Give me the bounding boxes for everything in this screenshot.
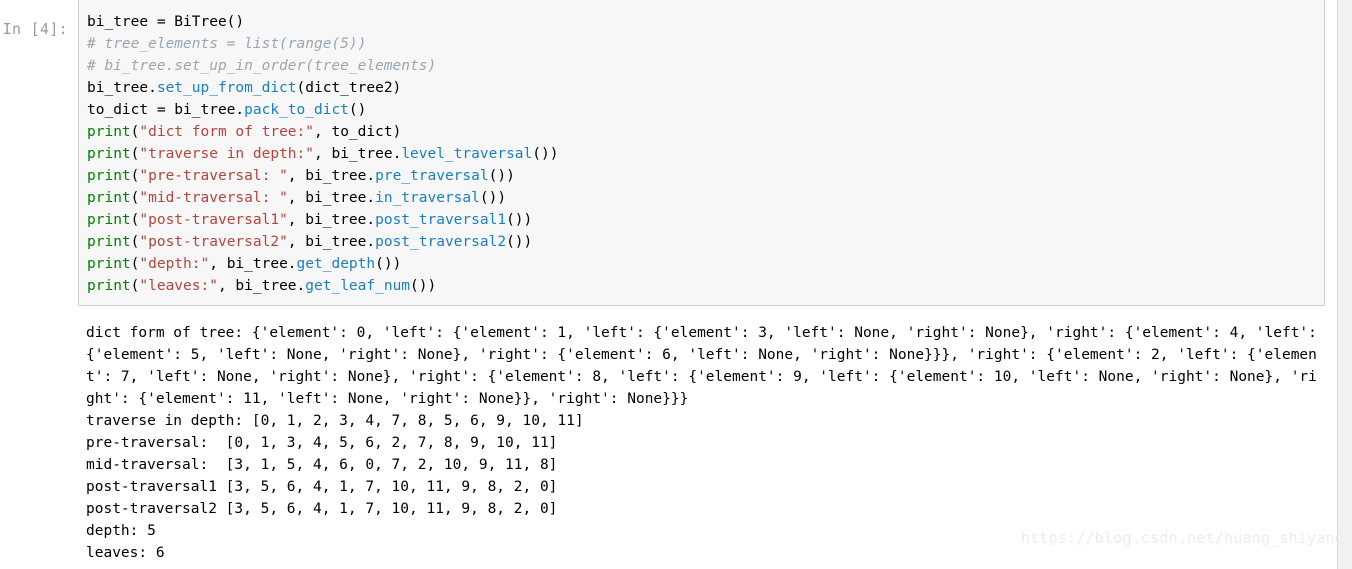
code-token-string: "depth:"	[139, 256, 210, 272]
code-token-builtin: print	[87, 168, 131, 184]
code-token-plain: , bi_tree.	[314, 146, 402, 162]
code-line: print("dict form of tree:", to_dict)	[87, 121, 1322, 143]
code-token-plain: , bi_tree.	[287, 168, 376, 184]
blog-url-watermark: https://blog.csdn.net/huang_shiyang	[1020, 529, 1344, 547]
code-token-plain: ())	[506, 234, 533, 250]
output-line: t': 7, 'left': None, 'right': None}, 'ri…	[86, 369, 1317, 385]
notebook-cell-container: In [4]: bi_tree = BiTree() # tree_element…	[0, 0, 1352, 569]
code-token-plain: ()	[348, 102, 367, 118]
code-token-comment: # bi_tree.set_up_in_order(tree_elements)	[87, 58, 437, 74]
code-line: # tree_elements = list(range(5))	[87, 33, 1322, 55]
code-token-builtin: print	[87, 124, 131, 140]
code-token-method: post_traversal2	[375, 234, 507, 250]
code-token-plain: ())	[532, 146, 559, 162]
code-token-plain: bi_tree = BiTree()	[87, 14, 245, 30]
code-token-comment: # tree_elements = list(range(5))	[87, 36, 367, 52]
code-line: to_dict = bi_tree.pack_to_dict()	[87, 99, 1322, 121]
code-token-string: "mid-traversal: "	[139, 190, 288, 206]
code-token-string: "traverse in depth:"	[139, 146, 314, 162]
code-editor[interactable]: bi_tree = BiTree() # tree_elements = list…	[78, 0, 1325, 306]
code-token-plain: , bi_tree.	[287, 234, 376, 250]
output-line: {'element': 5, 'left': None, 'right': No…	[86, 347, 1317, 363]
code-token-builtin: print	[87, 146, 131, 162]
code-token-string: "post-traversal2"	[139, 234, 288, 250]
code-token-plain: ())	[506, 212, 533, 228]
code-token-plain: , bi_tree.	[209, 256, 297, 272]
code-token-plain: ())	[479, 190, 507, 206]
code-token-method: get_depth	[296, 256, 376, 272]
code-token-method: pack_to_dict	[244, 102, 349, 118]
code-cell-input-row: In [4]: bi_tree = BiTree() # tree_element…	[0, 0, 1352, 310]
code-token-builtin: print	[87, 190, 131, 206]
output-line: traverse in depth: [0, 1, 2, 3, 4, 7, 8,…	[86, 413, 584, 429]
code-line: print("pre-traversal: ", bi_tree.pre_tra…	[87, 165, 1322, 187]
code-token-plain: , bi_tree.	[217, 278, 306, 294]
code-line: print("depth:", bi_tree.get_depth())	[87, 253, 1322, 275]
vertical-scrollbar-gutter[interactable]	[1337, 0, 1352, 569]
code-token-builtin: print	[87, 256, 131, 272]
code-line: bi_tree.set_up_from_dict(dict_tree2)	[87, 77, 1322, 99]
output-line: ght': {'element': 11, 'left': None, 'rig…	[86, 391, 689, 407]
code-token-method: level_traversal	[401, 146, 533, 162]
code-token-plain: , to_dict)	[314, 124, 402, 140]
code-token-builtin: print	[87, 212, 131, 228]
code-token-plain: ())	[375, 256, 402, 272]
code-token-string: "pre-traversal: "	[139, 168, 288, 184]
code-token-string: "dict form of tree:"	[139, 124, 314, 140]
output-line: dict form of tree: {'element': 0, 'left'…	[86, 325, 1317, 341]
code-line: # bi_tree.set_up_in_order(tree_elements)	[87, 55, 1322, 77]
stdout-output: dict form of tree: {'element': 0, 'left'…	[86, 322, 1333, 564]
code-token-builtin: print	[87, 278, 131, 294]
code-token-plain: , bi_tree.	[287, 212, 376, 228]
code-token-plain: bi_tree.	[87, 80, 157, 96]
output-line: pre-traversal: [0, 1, 3, 4, 5, 6, 2, 7, …	[86, 435, 558, 451]
output-line: post-traversal1 [3, 5, 6, 4, 1, 7, 10, 1…	[86, 479, 558, 495]
output-line: mid-traversal: [3, 1, 5, 4, 6, 0, 7, 2, …	[86, 457, 558, 473]
code-line: print("mid-traversal: ", bi_tree.in_trav…	[87, 187, 1322, 209]
code-token-plain: , bi_tree.	[287, 190, 376, 206]
code-token-method: pre_traversal	[375, 168, 489, 184]
code-token-plain: ())	[488, 168, 515, 184]
code-line: bi_tree = BiTree()	[87, 11, 1322, 33]
code-token-plain: (dict_tree2)	[296, 80, 402, 96]
code-token-plain: ())	[410, 278, 437, 294]
code-token-builtin: print	[87, 234, 131, 250]
code-token-string: "leaves:"	[139, 278, 218, 294]
code-line: print("post-traversal2", bi_tree.post_tr…	[87, 231, 1322, 253]
code-token-string: "post-traversal1"	[139, 212, 288, 228]
code-line: print("post-traversal1", bi_tree.post_tr…	[87, 209, 1322, 231]
output-line: post-traversal2 [3, 5, 6, 4, 1, 7, 10, 1…	[86, 501, 558, 517]
execution-count-prompt: In [4]:	[2, 20, 68, 38]
code-token-method: post_traversal1	[375, 212, 507, 228]
code-token-method: set_up_from_dict	[156, 80, 297, 96]
code-token-method: in_traversal	[375, 190, 480, 206]
code-source-lines[interactable]: bi_tree = BiTree() # tree_elements = list…	[87, 11, 1322, 297]
code-line: print("traverse in depth:", bi_tree.leve…	[87, 143, 1322, 165]
code-token-method: get_leaf_num	[305, 278, 411, 294]
code-line: print("leaves:", bi_tree.get_leaf_num())	[87, 275, 1322, 297]
code-token-plain: to_dict = bi_tree.	[87, 102, 245, 118]
